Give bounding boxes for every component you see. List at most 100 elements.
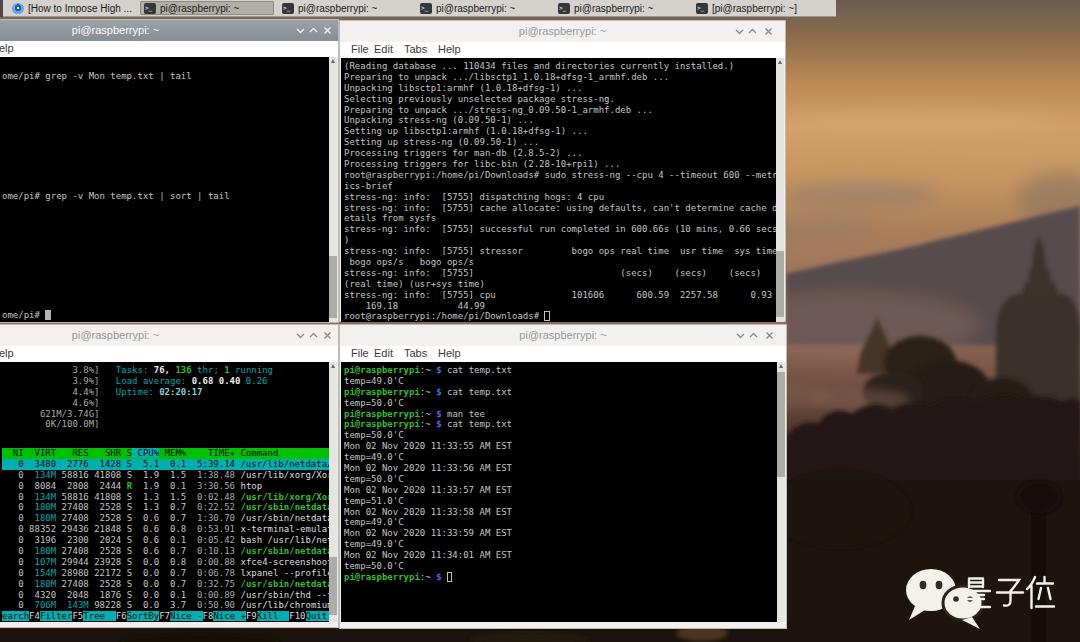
terminal-screen[interactable]: ome/pi# grep -v Mon temp.txt | tailome/p… [0, 57, 337, 322]
terminal-line: stress-ng: info: [5755] successful run c… [344, 224, 777, 235]
maximize-button[interactable] [748, 27, 758, 37]
titlebar[interactable]: pi@raspberrypi: ~ [340, 21, 785, 42]
scroll-up-arrow[interactable] [777, 59, 783, 65]
terminal-line: temp=50.0'C [344, 398, 512, 409]
titlebar[interactable]: pi@raspberrypi: ~ [0, 20, 338, 41]
terminal-line: temp=49.0'C [344, 376, 512, 387]
minimize-button[interactable] [736, 331, 746, 341]
terminal-line: Setting up libsctp1:armhf (1.0.18+dfsg-1… [344, 126, 777, 137]
scrollbar-thumb[interactable] [777, 372, 785, 477]
terminal-line: 0 8084 2808 2444 R 1.9 0.1 3:30.56 htop [2, 481, 332, 492]
terminal-line: temp=49.0'C [344, 452, 512, 463]
terminal-line [2, 158, 332, 169]
menu-item-edit[interactable]: Edit [374, 347, 393, 359]
scroll-up-arrow[interactable] [778, 363, 784, 369]
terminal-screen[interactable]: pi@raspberrypi:~ $ cat temp.txttemp=49.0… [341, 362, 785, 622]
terminal-line [2, 60, 332, 71]
scrollbar-thumb[interactable] [776, 251, 784, 317]
terminal-line: Mon 02 Nov 2020 11:33:57 AM EST [344, 485, 512, 496]
terminal-line [2, 289, 332, 300]
terminal-screen[interactable]: 3.8%] Tasks: 76, 136 thr; 1 running 3.9%… [0, 362, 337, 622]
terminal-line: 0 4320 2048 1876 S 0.0 0.1 0:00.89 /usr/… [2, 590, 332, 601]
terminal-line: Unpacking stress-ng (0.09.50-1) ... [344, 115, 777, 126]
terminal-line: Processing triggers for libc-bin (2.28-1… [344, 159, 777, 170]
taskbar-item[interactable]: >_pi@raspberrypi: ~ [140, 1, 274, 15]
terminal-line: Processing triggers for man-db (2.8.5-2)… [344, 148, 777, 159]
terminal-line: temp=49.0'C [344, 517, 512, 528]
maximize-button[interactable] [309, 331, 319, 341]
terminal-line [2, 256, 332, 267]
scrollbar[interactable] [777, 362, 785, 622]
taskbar-menu-sliver[interactable] [0, 0, 3, 17]
menu-item-edit[interactable]: Edit [374, 43, 393, 55]
taskbar-item[interactable]: [How to Impose High ... [8, 1, 136, 15]
menu-item-file[interactable]: File [351, 347, 369, 359]
taskbar-item-label: [pi@raspberrypi: ~] [712, 3, 797, 14]
terminal-line: Preparing to unpack .../stress-ng_0.09.5… [344, 105, 777, 116]
taskbar-item[interactable]: >_[pi@raspberrypi: ~] [692, 1, 826, 15]
terminal-line: root@raspberrypi:/home/pi/Downloads# [344, 311, 777, 322]
terminal-line [2, 147, 332, 158]
terminal-line: pi@raspberrypi:~ $ man tee [344, 409, 512, 420]
terminal-line [2, 267, 332, 278]
terminal-line: Unpacking libsctp1:armhf (1.0.18+dfsg-1)… [344, 83, 777, 94]
terminal-screen[interactable]: (Reading database ... 110434 files and d… [341, 58, 784, 322]
maximize-button[interactable] [749, 331, 759, 341]
scroll-up-arrow[interactable] [330, 58, 336, 64]
terminal-line: etails from sysfs [344, 213, 777, 224]
window-title: pi@raspberrypi: ~ [0, 24, 338, 36]
scrollbar-thumb[interactable] [329, 557, 337, 615]
taskbar-item[interactable]: >_pi@raspberrypi: ~ [554, 1, 688, 15]
menu-item-help[interactable]: Help [438, 43, 461, 55]
terminal-line: (Reading database ... 110434 files and d… [344, 61, 777, 72]
close-button[interactable] [765, 331, 775, 341]
close-button[interactable] [323, 26, 333, 36]
terminal-window-top-left: pi@raspberrypi: ~ FileEditTabsHelp ome/p… [0, 19, 339, 323]
terminal-line: 0 88352 29436 21848 S 0.6 0.8 0:53.91 x-… [2, 524, 332, 535]
taskbar-item-label: [How to Impose High ... [28, 3, 132, 14]
scrollbar[interactable] [329, 57, 337, 322]
menu-item-file[interactable]: File [351, 43, 369, 55]
terminal-line: ome/pi# grep -v Mon temp.txt | sort | ta… [2, 191, 332, 202]
taskbar-item[interactable]: >_pi@raspberrypi: ~ [416, 1, 550, 15]
terminal-line: ics-brief [344, 181, 777, 192]
scrollbar[interactable] [776, 58, 784, 322]
scrollbar-thumb[interactable] [329, 256, 337, 318]
terminal-line [2, 136, 332, 147]
terminal-line: stress-ng: info: [5755] cpu 101606 600.5… [344, 290, 777, 301]
minimize-button[interactable] [296, 26, 306, 36]
taskbar-item[interactable]: >_pi@raspberrypi: ~ [278, 1, 412, 15]
minimize-button[interactable] [735, 27, 745, 37]
terminal-line [2, 202, 332, 213]
menu-item-tabs[interactable]: Tabs [404, 347, 427, 359]
terminal-line: (real time) (usr+sys time) [344, 279, 777, 290]
scroll-up-arrow[interactable] [330, 363, 336, 369]
terminal-line: pi@raspberrypi:~ $ cat temp.txt [344, 365, 512, 376]
close-button[interactable] [323, 331, 333, 341]
menu-bar: File Edit Tabs Help [340, 42, 785, 58]
terminal-line [2, 245, 332, 256]
terminal-line: pi@raspberrypi:~ $ [344, 572, 512, 583]
terminal-line: Mon 02 Nov 2020 11:33:59 AM EST [344, 528, 512, 539]
terminal-line: pi@raspberrypi:~ $ cat temp.txt [344, 387, 512, 398]
terminal-line: 0 180M 27408 2528 S 0.6 0.7 0:10.13 /usr… [2, 546, 332, 557]
taskbar-item-label: pi@raspberrypi: ~ [574, 3, 653, 14]
terminal-line: 169.18 44.99 [344, 301, 777, 312]
terminal-line: 0 706M 143M 98228 S 0.0 3.7 0:50.90 /usr… [2, 600, 332, 611]
titlebar[interactable]: pi@raspberrypi: ~ [340, 325, 786, 346]
terminal-line [2, 82, 332, 93]
menu-item-help[interactable]: Help [0, 347, 14, 359]
maximize-button[interactable] [309, 26, 319, 36]
menu-item-tabs[interactable]: Tabs [404, 43, 427, 55]
menu-item-help[interactable]: Help [0, 42, 14, 54]
terminal-line: Selecting previously unselected package … [344, 94, 777, 105]
terminal-line: 0 134M 58816 41808 S 1.9 1.5 1:38.48 /us… [2, 470, 332, 481]
scrollbar[interactable] [329, 362, 337, 622]
menu-item-help[interactable]: Help [438, 347, 461, 359]
terminal-line [2, 212, 332, 223]
close-button[interactable] [764, 27, 774, 37]
terminal-line: 0 3196 2300 2024 S 0.6 0.1 0:05.42 bash … [2, 535, 332, 546]
terminal-line: temp=50.0'C [344, 430, 512, 441]
minimize-button[interactable] [296, 331, 306, 341]
titlebar[interactable]: pi@raspberrypi: ~ [0, 325, 338, 346]
